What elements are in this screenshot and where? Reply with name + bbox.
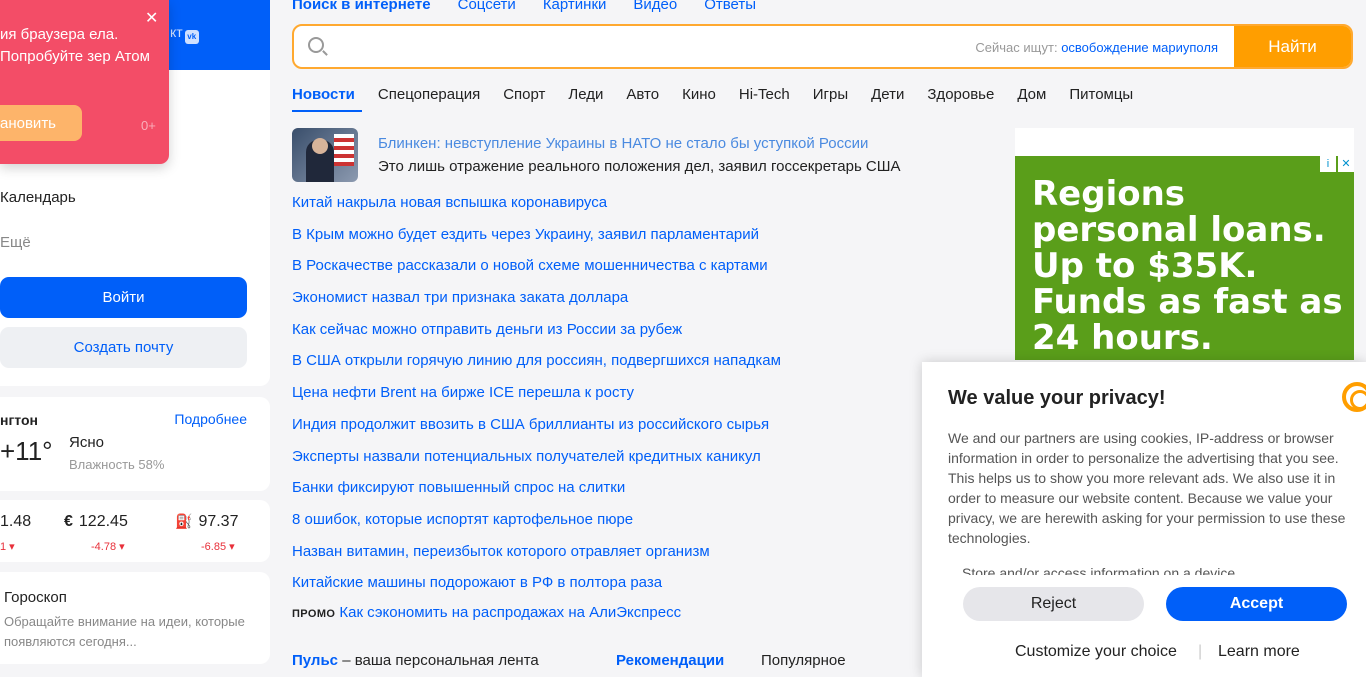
horoscope-title: Гороскоп <box>4 589 67 606</box>
news-item[interactable]: Банки фиксируют повышенный спрос на слит… <box>292 478 892 510</box>
trending-query-link[interactable]: освобождение мариуполя <box>1061 40 1218 55</box>
privacy-body: We and our partners are using cookies, I… <box>948 430 1346 546</box>
news-item[interactable]: Эксперты назвали потенциальных получател… <box>292 447 892 479</box>
news-item[interactable]: Китайские машины подорожают в РФ в полто… <box>292 573 892 605</box>
privacy-dialog: We value your privacy! We and our partne… <box>922 362 1366 677</box>
horoscope-widget[interactable]: Гороскоп Обращайте внимание на идеи, кот… <box>0 572 270 664</box>
ad-text: Regions personal loans. Up to $35K. Fund… <box>1032 174 1343 358</box>
consent-logo-icon <box>1342 382 1366 412</box>
login-button[interactable]: Войти <box>0 277 247 318</box>
weather-humidity: Влажность 58% <box>69 457 165 472</box>
vk-icon: vk <box>184 30 199 44</box>
news-item[interactable]: В Роскачестве рассказали о новой схеме м… <box>292 256 892 288</box>
close-icon[interactable]: ✕ <box>1338 156 1354 172</box>
vk-login-link[interactable]: кт vk <box>170 24 199 44</box>
tab-auto[interactable]: Авто <box>626 86 659 103</box>
create-mail-button[interactable]: Создать почту <box>0 327 247 368</box>
search-tabs: Поиск в интернете Соцсети Картинки Видео… <box>292 0 756 13</box>
search-box[interactable]: Сейчас ищут: освобождение мариуполя Найт… <box>292 24 1353 69</box>
tab-games[interactable]: Игры <box>813 86 848 103</box>
news-list: Китай накрыла новая вспышка коронавируса… <box>292 193 892 605</box>
customize-choice-link[interactable]: Customize your choice <box>1015 643 1177 661</box>
ad-controls: i ✕ <box>1320 156 1354 172</box>
search-icon <box>308 37 324 53</box>
euro-icon: € <box>64 513 73 530</box>
currency-rates-widget[interactable]: 1.48 1 ▾ €122.45 -4.78 ▾ ⛽ 97.37 -6.85 ▾ <box>0 500 270 562</box>
news-tabs: Новости Спецоперация Спорт Леди Авто Кин… <box>292 86 1156 112</box>
rate-oil-change: -6.85 ▾ <box>201 541 235 553</box>
reject-button[interactable]: Reject <box>963 587 1144 621</box>
weather-more-link[interactable]: Подробнее <box>174 411 247 427</box>
weather-condition: Ясно <box>69 434 104 451</box>
oil-rig-icon: ⛽ <box>175 513 193 529</box>
rate-oil[interactable]: ⛽ 97.37 <box>175 513 238 531</box>
ad-info-icon[interactable]: i <box>1320 156 1336 172</box>
toast-text: ия браузера ела. Попробуйте зер Атом <box>0 26 150 65</box>
search-trending-hint: Сейчас ищут: освобождение мариуполя <box>975 40 1218 55</box>
tab-pulse[interactable]: Пульс <box>292 652 338 669</box>
rate-eur-change: -4.78 ▾ <box>91 541 125 553</box>
us-flag-image <box>334 134 354 166</box>
calendar-link[interactable]: Календарь <box>0 189 76 206</box>
horoscope-text: Обращайте внимание на идеи, которые появ… <box>4 614 245 649</box>
news-item[interactable]: В Крым можно будет ездить через Украину,… <box>292 225 892 257</box>
news-item[interactable]: Экономист назвал три признака заката дол… <box>292 288 892 320</box>
tab-special-operation[interactable]: Спецоперация <box>378 86 480 103</box>
tab-video[interactable]: Видео <box>633 0 677 13</box>
privacy-title: We value your privacy! <box>948 387 1166 409</box>
news-item[interactable]: 8 ошибок, которые испортят картофельное … <box>292 510 892 542</box>
pulse-description: – ваша персональная лента <box>338 652 539 669</box>
tab-news[interactable]: Новости <box>292 86 355 103</box>
learn-more-link[interactable]: Learn more <box>1218 643 1300 661</box>
tab-pets[interactable]: Питомцы <box>1069 86 1133 103</box>
promo-link[interactable]: Как сэкономить на распродажах на АлиЭксп… <box>339 604 681 621</box>
news-item[interactable]: Цена нефти Brent на бирже ICE перешла к … <box>292 383 892 415</box>
tab-hitech[interactable]: Hi-Tech <box>739 86 790 103</box>
rate-usd[interactable]: 1.48 <box>0 513 31 531</box>
tab-recommendations[interactable]: Рекомендации <box>616 652 724 669</box>
link-separator: | <box>1198 643 1203 660</box>
weather-city: нгтон <box>0 412 38 428</box>
rate-eur[interactable]: €122.45 <box>64 513 128 531</box>
install-browser-button[interactable]: ановить <box>0 105 82 141</box>
tab-social[interactable]: Соцсети <box>458 0 516 13</box>
browser-promo-toast: ия браузера ела. Попробуйте зер Атом ✕ а… <box>0 0 169 164</box>
more-link[interactable]: Ещё <box>0 234 31 251</box>
headline-title[interactable]: Блинкен: невступление Украины в НАТО не … <box>378 135 868 152</box>
tab-popular[interactable]: Популярное <box>761 652 846 669</box>
accept-button[interactable]: Accept <box>1166 587 1347 621</box>
age-rating: 0+ <box>141 118 156 133</box>
tab-web-search[interactable]: Поиск в интернете <box>292 0 431 13</box>
weather-temperature: +11° <box>0 436 53 466</box>
tab-kids[interactable]: Дети <box>871 86 904 103</box>
feed-tabs: Пульс – ваша персональная лента Рекоменд… <box>292 652 846 669</box>
tab-sport[interactable]: Спорт <box>503 86 545 103</box>
promo-tag: ПРОМО <box>292 608 336 620</box>
news-item[interactable]: Как сейчас можно отправить деньги из Рос… <box>292 320 892 352</box>
headline-image[interactable] <box>292 128 358 182</box>
news-item[interactable]: Китай накрыла новая вспышка коронавируса <box>292 193 892 225</box>
privacy-purpose-item: Store and/or access information on a dev… <box>962 565 1236 575</box>
tab-images[interactable]: Картинки <box>543 0 607 13</box>
close-icon[interactable]: ✕ <box>145 8 158 28</box>
active-tab-indicator <box>292 110 362 112</box>
tab-answers[interactable]: Ответы <box>704 0 756 13</box>
rate-usd-change: 1 ▾ <box>0 541 15 553</box>
ad-banner[interactable]: Regions personal loans. Up to $35K. Fund… <box>1015 156 1354 360</box>
news-item[interactable]: Назван витамин, переизбыток которого отр… <box>292 542 892 574</box>
face-image <box>312 138 328 154</box>
tab-cinema[interactable]: Кино <box>682 86 716 103</box>
headline-subtitle: Это лишь отражение реального положения д… <box>378 158 901 175</box>
search-button[interactable]: Найти <box>1234 26 1351 67</box>
weather-widget[interactable]: нгтон Подробнее +11° Ясно Влажность 58% <box>0 397 270 491</box>
tab-home[interactable]: Дом <box>1017 86 1046 103</box>
news-item[interactable]: В США открыли горячую линию для россиян,… <box>292 351 892 383</box>
news-item[interactable]: Индия продолжит ввозить в США бриллианты… <box>292 415 892 447</box>
promo-item[interactable]: ПРОМО Как сэкономить на распродажах на Ал… <box>292 604 681 621</box>
tab-lady[interactable]: Леди <box>568 86 603 103</box>
tab-health[interactable]: Здоровье <box>927 86 994 103</box>
